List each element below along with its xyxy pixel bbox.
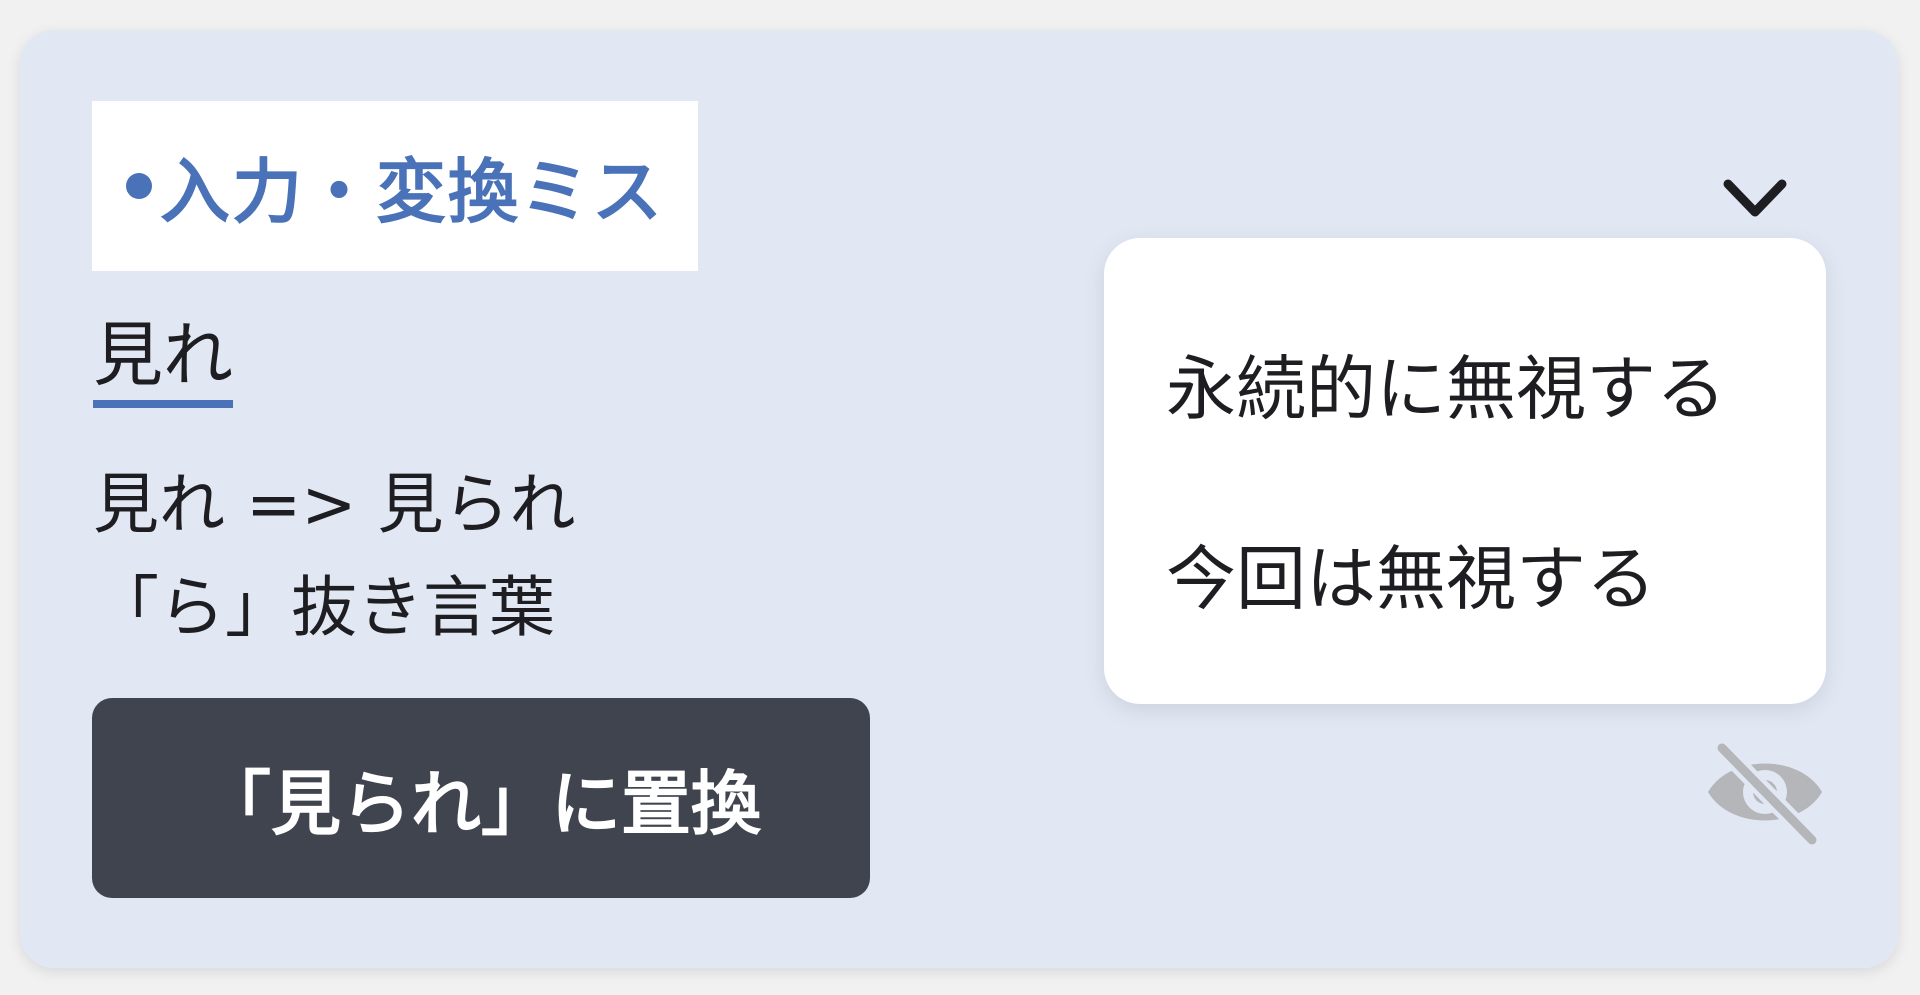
suggestion-text: 見れ => 見られ	[93, 466, 576, 543]
chevron-down-icon[interactable]	[1715, 158, 1795, 238]
menu-item-ignore-permanently[interactable]: 永続的に無視する	[1166, 333, 1726, 434]
reason-text: 「ら」抜き言葉	[93, 569, 555, 646]
menu-item-ignore-once[interactable]: 今回は無視する	[1166, 523, 1656, 624]
ignore-menu: 永続的に無視する 今回は無視する	[1104, 238, 1826, 704]
replace-button[interactable]: 「見られ」に置換	[92, 698, 870, 898]
category-dot	[126, 173, 152, 199]
eye-off-icon[interactable]	[1700, 739, 1830, 850]
category-tag: 入力・変換ミス	[92, 101, 698, 271]
proofreading-card: 入力・変換ミス 見れ 見れ => 見られ 「ら」抜き言葉 「見られ」に置換 永続…	[20, 30, 1898, 968]
misspelled-word: 見れ	[93, 315, 233, 408]
category-label: 入力・変換ミス	[160, 150, 664, 233]
